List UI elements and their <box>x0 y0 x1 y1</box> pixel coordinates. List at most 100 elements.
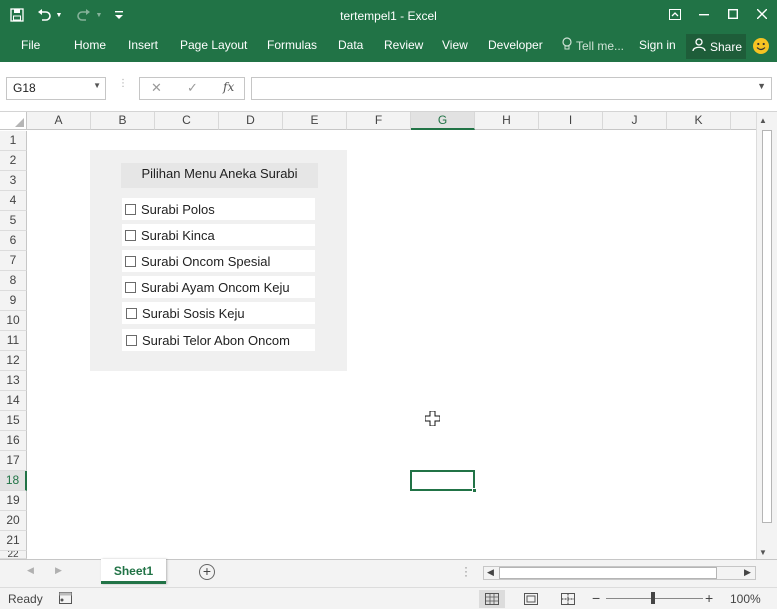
page-layout-view-icon[interactable] <box>518 590 544 608</box>
tab-view[interactable]: View <box>442 38 468 52</box>
status-ready: Ready <box>8 592 43 606</box>
column-header-g[interactable]: G <box>411 112 475 130</box>
row-header-4[interactable]: 4 <box>0 191 27 211</box>
smiley-feedback-icon[interactable] <box>752 37 770 55</box>
zoom-slider-thumb[interactable] <box>651 592 655 604</box>
tab-formulas[interactable]: Formulas <box>267 38 317 52</box>
checkbox-surabi-oncom-spesial[interactable]: Surabi Oncom Spesial <box>122 250 315 272</box>
column-header-i[interactable]: I <box>539 112 603 130</box>
column-header-b[interactable]: B <box>91 112 155 130</box>
minimize-icon[interactable] <box>689 0 719 28</box>
column-header-c[interactable]: C <box>155 112 219 130</box>
column-header-h[interactable]: H <box>475 112 539 130</box>
formula-bar-grip-icon[interactable]: ⋮ <box>118 79 128 89</box>
scroll-down-arrow-icon[interactable]: ▼ <box>759 548 767 557</box>
checkbox-icon[interactable] <box>125 281 136 293</box>
column-header-e[interactable]: E <box>283 112 347 130</box>
checkbox-icon[interactable] <box>126 307 137 319</box>
row-header-17[interactable]: 17 <box>0 451 27 471</box>
row-header-3[interactable]: 3 <box>0 171 27 191</box>
checkbox-label: Surabi Ayam Oncom Keju <box>141 279 290 295</box>
checkbox-surabi-kinca[interactable]: Surabi Kinca <box>122 224 315 246</box>
expand-formula-bar-icon[interactable]: ▼ <box>757 81 766 91</box>
tab-home[interactable]: Home <box>74 38 106 52</box>
row-header-8[interactable]: 8 <box>0 271 27 291</box>
row-header-16[interactable]: 16 <box>0 431 27 451</box>
tab-review[interactable]: Review <box>384 38 423 52</box>
horizontal-scroll-thumb[interactable] <box>499 567 717 579</box>
row-header-18[interactable]: 18 <box>0 471 27 491</box>
formula-buttons: ✕ ✓ fx <box>139 77 245 100</box>
insert-function-icon[interactable]: fx <box>223 80 234 94</box>
tab-insert[interactable]: Insert <box>128 38 158 52</box>
column-header-d[interactable]: D <box>219 112 283 130</box>
enter-checkmark-icon[interactable]: ✓ <box>187 80 198 96</box>
row-header-20[interactable]: 20 <box>0 511 27 531</box>
row-header-5[interactable]: 5 <box>0 211 27 231</box>
row-header-1[interactable]: 1 <box>0 131 27 151</box>
zoom-level[interactable]: 100% <box>730 592 761 606</box>
close-icon[interactable] <box>747 0 777 28</box>
column-header-f[interactable]: F <box>347 112 411 130</box>
next-sheet-arrow-icon[interactable]: ▶ <box>55 565 62 576</box>
zoom-out-icon[interactable]: − <box>592 590 600 606</box>
scroll-right-arrow-icon[interactable]: ▶ <box>744 567 751 578</box>
checkbox-label: Surabi Sosis Keju <box>142 305 245 321</box>
sign-in-link[interactable]: Sign in <box>639 38 676 52</box>
active-cell-selection[interactable] <box>410 470 477 493</box>
select-all-corner[interactable] <box>0 112 27 130</box>
tab-data[interactable]: Data <box>338 38 363 52</box>
checkbox-surabi-ayam-oncom-keju[interactable]: Surabi Ayam Oncom Keju <box>122 276 315 298</box>
share-button[interactable]: Share <box>686 34 746 59</box>
vertical-scroll-thumb[interactable] <box>762 130 772 523</box>
name-box-value: G18 <box>13 81 36 95</box>
row-header-10[interactable]: 10 <box>0 311 27 331</box>
checkbox-surabi-sosis-keju[interactable]: Surabi Sosis Keju <box>122 302 315 324</box>
previous-sheet-arrow-icon[interactable]: ◀ <box>27 565 34 576</box>
ribbon-tab-bar: File Home Insert Page Layout Formulas Da… <box>0 32 777 62</box>
row-header-12[interactable]: 12 <box>0 351 27 371</box>
column-header-j[interactable]: J <box>603 112 667 130</box>
checkbox-icon[interactable] <box>125 203 136 215</box>
fill-handle[interactable] <box>472 488 477 493</box>
row-header-14[interactable]: 14 <box>0 391 27 411</box>
row-header-22[interactable]: 22 <box>0 551 27 559</box>
page-break-preview-icon[interactable] <box>555 590 581 608</box>
column-header-k[interactable]: K <box>667 112 731 130</box>
zoom-in-icon[interactable]: + <box>705 590 713 606</box>
name-box-dropdown-icon[interactable]: ▼ <box>93 81 101 90</box>
tab-file[interactable]: File <box>21 38 40 52</box>
tab-developer[interactable]: Developer <box>488 38 543 52</box>
checkbox-surabi-polos[interactable]: Surabi Polos <box>122 198 315 220</box>
status-bar: Ready − + 100% <box>0 587 777 609</box>
tab-split-handle-icon[interactable]: · · · <box>464 561 468 581</box>
scroll-up-arrow-icon[interactable]: ▲ <box>759 116 767 125</box>
row-header-13[interactable]: 13 <box>0 371 27 391</box>
macro-recording-icon[interactable] <box>59 592 72 607</box>
row-header-9[interactable]: 9 <box>0 291 27 311</box>
maximize-icon[interactable] <box>718 0 748 28</box>
scroll-left-arrow-icon[interactable]: ◀ <box>487 567 494 578</box>
tell-me-box[interactable]: Tell me... <box>562 37 624 54</box>
ribbon-display-options-icon[interactable] <box>660 0 690 28</box>
checkbox-icon[interactable] <box>126 334 137 346</box>
row-header-11[interactable]: 11 <box>0 331 27 351</box>
normal-view-icon[interactable] <box>479 590 505 608</box>
checkbox-icon[interactable] <box>125 229 136 241</box>
cancel-icon[interactable]: ✕ <box>151 80 162 96</box>
row-header-2[interactable]: 2 <box>0 151 27 171</box>
checkbox-label: Surabi Oncom Spesial <box>141 253 271 269</box>
add-sheet-icon[interactable]: + <box>199 564 215 580</box>
column-header-a[interactable]: A <box>27 112 91 130</box>
checkbox-icon[interactable] <box>125 255 136 267</box>
row-header-7[interactable]: 7 <box>0 251 27 271</box>
row-header-15[interactable]: 15 <box>0 411 27 431</box>
formula-input[interactable]: ▼ <box>251 77 772 100</box>
name-box[interactable]: G18 ▼ <box>6 77 106 100</box>
checkbox-surabi-telor-abon-oncom[interactable]: Surabi Telor Abon Oncom <box>122 329 315 351</box>
sheet-tab-sheet1[interactable]: Sheet1 <box>101 559 166 584</box>
row-header-21[interactable]: 21 <box>0 531 27 551</box>
tab-page-layout[interactable]: Page Layout <box>180 38 247 52</box>
row-header-6[interactable]: 6 <box>0 231 27 251</box>
row-header-19[interactable]: 19 <box>0 491 27 511</box>
